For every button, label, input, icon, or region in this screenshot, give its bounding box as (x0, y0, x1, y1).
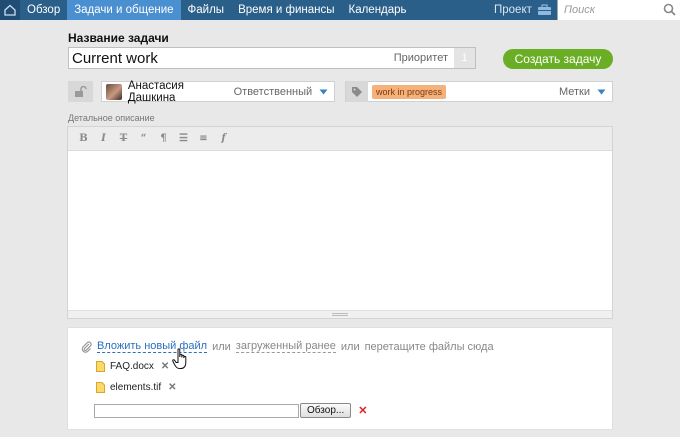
editor-toolbar: B I T “ ¶ ☰ ≡ f (68, 127, 612, 151)
chevron-down-icon[interactable] (316, 85, 330, 99)
numbered-list-icon[interactable]: ≡ (198, 133, 209, 145)
or-text: или (340, 340, 360, 353)
task-title-label: Название задачи (68, 31, 169, 45)
hand-cursor-icon (172, 348, 187, 369)
responsible-label: Ответственный (233, 85, 313, 98)
top-navigation: Обзор Задачи и общение Файлы Время и фин… (0, 0, 680, 20)
or-text: или (212, 340, 231, 353)
create-task-button[interactable]: Создать задачу (503, 49, 613, 69)
document-icon (96, 361, 105, 372)
paperclip-icon (81, 341, 92, 353)
privacy-toggle[interactable] (68, 81, 93, 102)
responsible-selector[interactable]: Анастасия Дашкина Ответственный (101, 79, 335, 104)
strikethrough-icon[interactable]: T (118, 133, 129, 145)
tag-icon (346, 81, 368, 102)
uploaded-before-link[interactable]: загруженный ранее (235, 340, 336, 353)
tag-pill[interactable]: work in progress (372, 84, 447, 99)
task-title-box: Приоритет 1 (68, 47, 476, 69)
paint-format-icon[interactable]: ¶ (158, 133, 169, 145)
nav-item-tasks[interactable]: Задачи и общение (67, 0, 181, 20)
remove-file-icon[interactable]: ✕ (161, 361, 169, 372)
search-input[interactable] (564, 1, 664, 19)
editor-resize-handle[interactable] (68, 310, 612, 318)
file-path-input[interactable] (94, 403, 299, 418)
nav-item-files[interactable]: Файлы (181, 0, 232, 20)
responsible-name: Анастасия Дашкина (127, 79, 184, 104)
file-upload-row: Обзор... ✕ (94, 403, 367, 418)
bullet-list-icon[interactable]: ☰ (178, 133, 189, 145)
remove-file-icon[interactable]: ✕ (168, 382, 176, 393)
file-name: elements.tif (110, 382, 162, 393)
attached-file: elements.tif ✕ (96, 382, 177, 393)
clear-format-icon[interactable]: f (218, 133, 229, 145)
task-title-input[interactable] (69, 48, 384, 68)
description-editor[interactable]: B I T “ ¶ ☰ ≡ f (67, 126, 613, 319)
attach-new-file-link[interactable]: Вложить новый файл (97, 340, 208, 353)
attachments-panel: Вложить новый файл или загруженный ранее… (67, 327, 613, 430)
description-label: Детальное описание (68, 113, 155, 123)
quote-icon[interactable]: “ (138, 133, 149, 145)
file-name: FAQ.docx (110, 361, 154, 372)
attach-actions: Вложить новый файл или загруженный ранее… (81, 340, 494, 353)
attached-file: FAQ.docx ✕ (96, 361, 169, 372)
browse-button[interactable]: Обзор... (300, 403, 352, 418)
avatar (106, 83, 122, 100)
tags-label: Метки (558, 85, 590, 98)
search-icon[interactable] (663, 3, 676, 16)
priority-input[interactable]: 1 (454, 48, 475, 68)
home-icon[interactable] (0, 0, 20, 20)
nav-item-time-finance[interactable]: Время и финансы (231, 0, 341, 20)
briefcase-icon (537, 4, 551, 15)
unlock-icon (75, 85, 87, 97)
project-menu[interactable]: Проект (494, 0, 552, 20)
tags-selector[interactable]: work in progress Метки (345, 81, 613, 102)
document-icon (96, 382, 105, 393)
search-box (557, 0, 680, 20)
remove-upload-icon[interactable]: ✕ (358, 404, 367, 417)
italic-icon[interactable]: I (98, 133, 109, 145)
drag-hint: перетащите файлы сюда (364, 340, 494, 353)
project-label: Проект (494, 4, 532, 16)
nav-item-overview[interactable]: Обзор (20, 0, 67, 20)
priority-label: Приоритет (393, 52, 448, 64)
bold-icon[interactable]: B (78, 133, 89, 145)
chevron-down-icon[interactable] (594, 85, 608, 99)
nav-item-calendar[interactable]: Календарь (342, 0, 414, 20)
